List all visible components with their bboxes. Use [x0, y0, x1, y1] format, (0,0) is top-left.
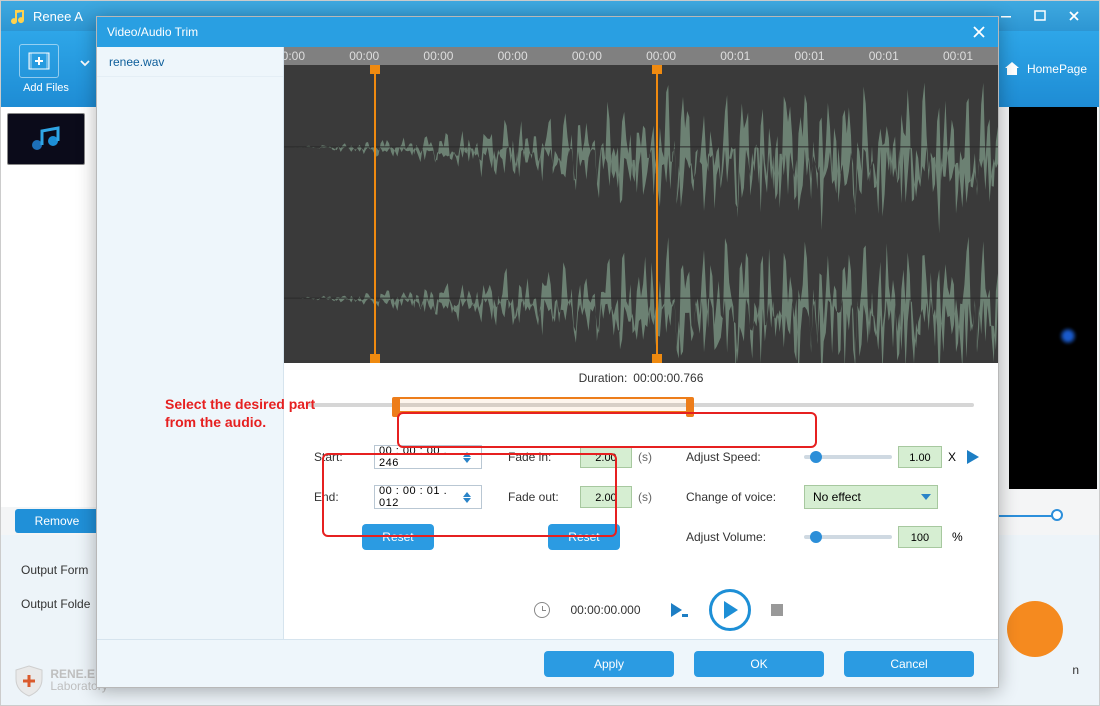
fadeout-unit: (s) [638, 490, 660, 504]
end-label: End: [314, 490, 368, 504]
range-selection[interactable] [394, 397, 692, 413]
main-progress-thumb[interactable] [1051, 509, 1063, 521]
waveform-svg [284, 65, 998, 363]
duration-value: 00:00:00.766 [633, 371, 703, 385]
close-button[interactable] [1057, 5, 1091, 27]
cancel-button[interactable]: Cancel [844, 651, 974, 677]
file-list-item[interactable]: renee.wav [97, 47, 283, 77]
file-list-panel [1, 107, 97, 507]
output-folder-label: Output Folde [21, 597, 90, 611]
apply-button[interactable]: Apply [544, 651, 674, 677]
fadein-unit: (s) [638, 450, 660, 464]
speed-label: Adjust Speed: [686, 450, 798, 464]
end-spin-up[interactable] [463, 492, 471, 497]
add-files-label: Add Files [1, 82, 91, 94]
end-time-input[interactable]: 00 : 00 : 01 . 012 [374, 485, 482, 509]
annotation-text: Select the desired part from the audio. [165, 395, 345, 431]
end-spin-down[interactable] [463, 498, 471, 503]
speed-slider[interactable] [804, 455, 892, 459]
remove-button[interactable]: Remove [15, 509, 99, 533]
homepage-label: HomePage [1027, 62, 1087, 76]
volume-value-input[interactable]: 100 [898, 526, 942, 548]
stop-square-icon [771, 604, 783, 616]
fadein-input[interactable]: 2.00 [580, 446, 632, 468]
ruler-tick: 00:00 [646, 49, 676, 63]
ruler-tick: 00:00 [349, 49, 379, 63]
trim-start-marker[interactable] [374, 65, 376, 363]
start-label: Start: [314, 450, 368, 464]
file-thumbnail[interactable] [7, 113, 85, 165]
chevron-down-icon [921, 494, 931, 500]
dialog-close-button[interactable] [970, 23, 988, 41]
duration-label: Duration: [579, 371, 628, 385]
reset-time-button[interactable]: Reset [362, 524, 434, 550]
speed-value-input[interactable]: 1.00 [898, 446, 942, 468]
ruler-tick: 00:00 [423, 49, 453, 63]
shield-plus-icon [11, 663, 47, 699]
skip-to-start-button[interactable] [667, 599, 689, 621]
voice-select[interactable]: No effect [804, 485, 938, 509]
output-format-label: Output Form [21, 563, 88, 577]
range-handle-left[interactable] [392, 397, 400, 417]
playhead-time: 00:00:00.000 [570, 603, 640, 617]
ruler-tick: 00:01 [795, 49, 825, 63]
dropdown-caret-icon[interactable] [79, 57, 91, 69]
dialog-file-list: renee.wav [97, 47, 284, 639]
home-icon [1003, 60, 1021, 78]
ok-button[interactable]: OK [694, 651, 824, 677]
ruler-tick: 00:00 [498, 49, 528, 63]
start-time-input[interactable]: 00 : 00 : 00 . 246 [374, 445, 482, 469]
ruler-tick: 00:01 [869, 49, 899, 63]
fadein-label: Fade in: [508, 450, 574, 464]
dialog-titlebar: Video/Audio Trim [97, 17, 998, 47]
trim-dialog: Video/Audio Trim renee.wav 00:0000:0000:… [96, 16, 999, 688]
voice-label: Change of voice: [686, 490, 798, 504]
clock-icon [534, 602, 550, 618]
preview-speed-play-icon[interactable] [962, 447, 982, 467]
play-button[interactable] [709, 589, 751, 631]
play-triangle-icon [724, 601, 738, 619]
controls-area: Start: 00 : 00 : 00 . 246 End: 00 : 00 :… [284, 429, 998, 561]
range-handle-right[interactable] [686, 397, 694, 417]
preview-pane [1009, 107, 1097, 489]
fadeout-input[interactable]: 2.00 [580, 486, 632, 508]
volume-slider[interactable] [804, 535, 892, 539]
ruler-tick: 00:00 [572, 49, 602, 63]
ruler-tick: 00:00 [284, 49, 305, 63]
homepage-button[interactable]: HomePage [1003, 60, 1099, 78]
range-bar[interactable] [308, 393, 974, 417]
stop-button[interactable] [771, 604, 783, 616]
music-note-icon [9, 8, 25, 24]
timeline-ruler[interactable]: 00:00 00:00 00:00 00:00 00:00 00:00 00:01 00:01… [284, 47, 998, 65]
add-files-button[interactable]: Add Files [1, 38, 91, 100]
speed-unit: X [948, 450, 956, 464]
filmstrip-plus-icon [19, 44, 59, 78]
waveform-display[interactable] [284, 65, 998, 363]
dialog-footer: Apply OK Cancel [97, 639, 998, 687]
dialog-main-area: 00:00 00:00 00:00 00:00 00:00 00:00 00:01 00:01… [284, 47, 998, 639]
start-spin-down[interactable] [463, 458, 471, 463]
start-spin-up[interactable] [463, 452, 471, 457]
maximize-button[interactable] [1023, 5, 1057, 27]
volume-unit: % [952, 530, 963, 544]
suffix-n: n [1072, 663, 1079, 677]
ruler-tick: 00:01 [720, 49, 750, 63]
fadeout-label: Fade out: [508, 490, 574, 504]
playback-controls: 00:00:00.000 [319, 581, 998, 639]
dialog-title: Video/Audio Trim [107, 25, 198, 39]
volume-label: Adjust Volume: [686, 530, 798, 544]
duration-row: Duration: 00:00:00.766 [284, 363, 998, 393]
convert-round-button[interactable] [1007, 601, 1063, 657]
ruler-tick: 00:01 [943, 49, 973, 63]
reset-fade-button[interactable]: Reset [548, 524, 620, 550]
trim-end-marker[interactable] [656, 65, 658, 363]
